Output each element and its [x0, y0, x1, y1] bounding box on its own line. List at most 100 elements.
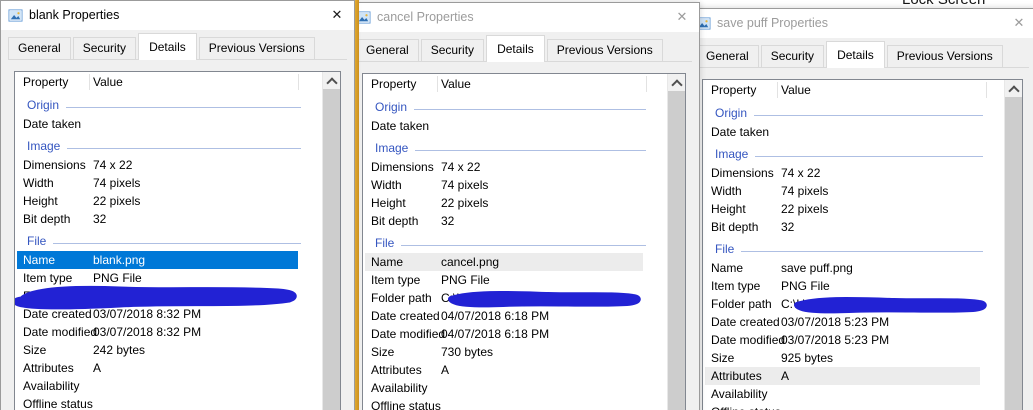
vertical-scrollbar[interactable]: [322, 72, 340, 410]
property-row-size[interactable]: Size242 bytes: [15, 341, 323, 359]
column-divider[interactable]: [986, 82, 987, 98]
property-row-date-taken[interactable]: Date taken: [363, 117, 668, 135]
section-header-origin: Origin: [703, 100, 1005, 123]
close-icon[interactable]: ✕: [665, 3, 699, 31]
section-rule: [53, 243, 301, 244]
property-row-bit-depth[interactable]: Bit depth 32: [363, 212, 668, 230]
column-divider[interactable]: [437, 76, 438, 92]
property-value: A: [93, 359, 101, 377]
property-row-width[interactable]: Width74 pixels: [15, 174, 323, 192]
tab-previous-versions[interactable]: Previous Versions: [199, 37, 315, 59]
property-row-height[interactable]: Height22 pixels: [363, 194, 668, 212]
property-value: 22 pixels: [781, 200, 828, 218]
scroll-up-button[interactable]: [1005, 80, 1022, 97]
property-value: 74 x 22: [781, 164, 820, 182]
property-value: save puff.png: [781, 259, 853, 277]
property-row-bit-depth[interactable]: Bit depth32: [15, 210, 323, 228]
property-name: Bit depth: [371, 212, 418, 230]
tab-strip: General Security Details Previous Versio…: [8, 34, 347, 60]
tab-details[interactable]: Details: [826, 41, 885, 68]
section-header-file: File: [703, 236, 1005, 259]
column-header-property[interactable]: Property: [371, 77, 416, 91]
column-header-property[interactable]: Property: [23, 75, 68, 89]
property-row-dimensions[interactable]: Dimensions74 x 22: [15, 156, 323, 174]
row-highlight: [17, 192, 298, 210]
column-header-value[interactable]: Value: [441, 77, 471, 91]
tab-security[interactable]: Security: [761, 45, 824, 67]
details-rows: Property Value Origin Date takenImageDime…: [363, 74, 668, 410]
property-row-size[interactable]: Size925 bytes: [703, 349, 1005, 367]
titlebar[interactable]: blank Properties ✕: [1, 1, 354, 30]
tab-general[interactable]: General: [8, 37, 71, 59]
column-divider[interactable]: [298, 74, 299, 90]
property-row-availability[interactable]: Availability: [15, 377, 323, 395]
scrollbar-thumb[interactable]: [323, 89, 340, 410]
column-divider[interactable]: [777, 82, 778, 98]
vertical-scrollbar[interactable]: [667, 74, 685, 410]
property-name: Attributes: [711, 367, 762, 385]
section-rule: [401, 245, 646, 246]
column-header-value[interactable]: Value: [781, 83, 811, 97]
property-row-bit-depth[interactable]: Bit depth 32: [703, 218, 1005, 236]
property-row-availability[interactable]: Availability: [363, 379, 668, 397]
section-rule: [741, 251, 983, 252]
section-label: Origin: [375, 100, 407, 114]
tab-general[interactable]: General: [356, 39, 419, 61]
property-row-offline-status[interactable]: Offline status: [703, 403, 1005, 410]
property-row-date-modified[interactable]: Date modified03/07/2018 8:32 PM: [15, 323, 323, 341]
property-name: Attributes: [23, 359, 74, 377]
property-row-attributes[interactable]: AttributesA: [363, 361, 668, 379]
property-row-availability[interactable]: Availability: [703, 385, 1005, 403]
ink-scribble: [15, 283, 304, 310]
column-divider[interactable]: [89, 74, 90, 90]
tab-previous-versions[interactable]: Previous Versions: [547, 39, 663, 61]
property-name: Offline status: [23, 395, 93, 410]
titlebar[interactable]: save puff Properties ✕: [689, 9, 1033, 38]
property-row-width[interactable]: Width74 pixels: [703, 182, 1005, 200]
property-row-date-taken[interactable]: Date taken: [15, 115, 323, 133]
property-row-folder-path[interactable]: Folder pathC:\USantos\Docu: [15, 287, 323, 305]
property-row-folder-path[interactable]: Folder pathC:\U: [703, 295, 1005, 313]
tab-security[interactable]: Security: [421, 39, 484, 61]
tab-previous-versions[interactable]: Previous Versions: [887, 45, 1003, 67]
tab-details[interactable]: Details: [486, 35, 545, 62]
property-row-dimensions[interactable]: Dimensions74 x 22: [363, 158, 668, 176]
property-row-offline-status[interactable]: Offline status: [363, 397, 668, 410]
property-row-name[interactable]: Nameblank.png: [15, 251, 323, 269]
property-name: Size: [711, 349, 734, 367]
property-row-date-modified[interactable]: Date modified03/07/2018 5:23 PM: [703, 331, 1005, 349]
property-row-attributes[interactable]: Attributes A: [15, 359, 323, 377]
tab-security[interactable]: Security: [73, 37, 136, 59]
column-header-property[interactable]: Property: [711, 83, 756, 97]
ink-scribble: [789, 292, 993, 317]
property-row-name[interactable]: Namesave puff.png: [703, 259, 1005, 277]
scroll-up-button[interactable]: [323, 72, 340, 89]
property-row-offline-status[interactable]: Offline status: [15, 395, 323, 410]
tab-general[interactable]: General: [696, 45, 759, 67]
property-row-name[interactable]: Namecancel.png: [363, 253, 668, 271]
column-header-value[interactable]: Value: [93, 75, 123, 89]
property-row-folder-path[interactable]: Folder pathC:\U: [363, 289, 668, 307]
scrollbar-thumb[interactable]: [1005, 97, 1022, 410]
vertical-scrollbar[interactable]: [1004, 80, 1022, 410]
property-row-width[interactable]: Width74 pixels: [363, 176, 668, 194]
scroll-up-button[interactable]: [668, 74, 685, 91]
property-row-attributes[interactable]: AttributesA: [703, 367, 1005, 385]
scrollbar-thumb[interactable]: [668, 91, 685, 410]
close-icon[interactable]: ✕: [320, 1, 354, 29]
property-value: 32: [781, 218, 794, 236]
property-row-height[interactable]: Height22 pixels: [703, 200, 1005, 218]
property-row-date-modified[interactable]: Date modified04/07/2018 6:18 PM: [363, 325, 668, 343]
close-icon[interactable]: ✕: [1002, 9, 1033, 37]
property-row-height[interactable]: Height22 pixels: [15, 192, 323, 210]
section-header-image: Image: [363, 135, 668, 158]
property-row-size[interactable]: Size730 bytes: [363, 343, 668, 361]
property-row-date-taken[interactable]: Date taken: [703, 123, 1005, 141]
column-divider[interactable]: [646, 76, 647, 92]
section-header-file: File: [363, 230, 668, 253]
property-value: 32: [441, 212, 454, 230]
tab-details[interactable]: Details: [138, 33, 197, 60]
titlebar[interactable]: cancel Properties ✕: [349, 3, 699, 32]
property-name: Bit depth: [711, 218, 758, 236]
property-row-dimensions[interactable]: Dimensions74 x 22: [703, 164, 1005, 182]
